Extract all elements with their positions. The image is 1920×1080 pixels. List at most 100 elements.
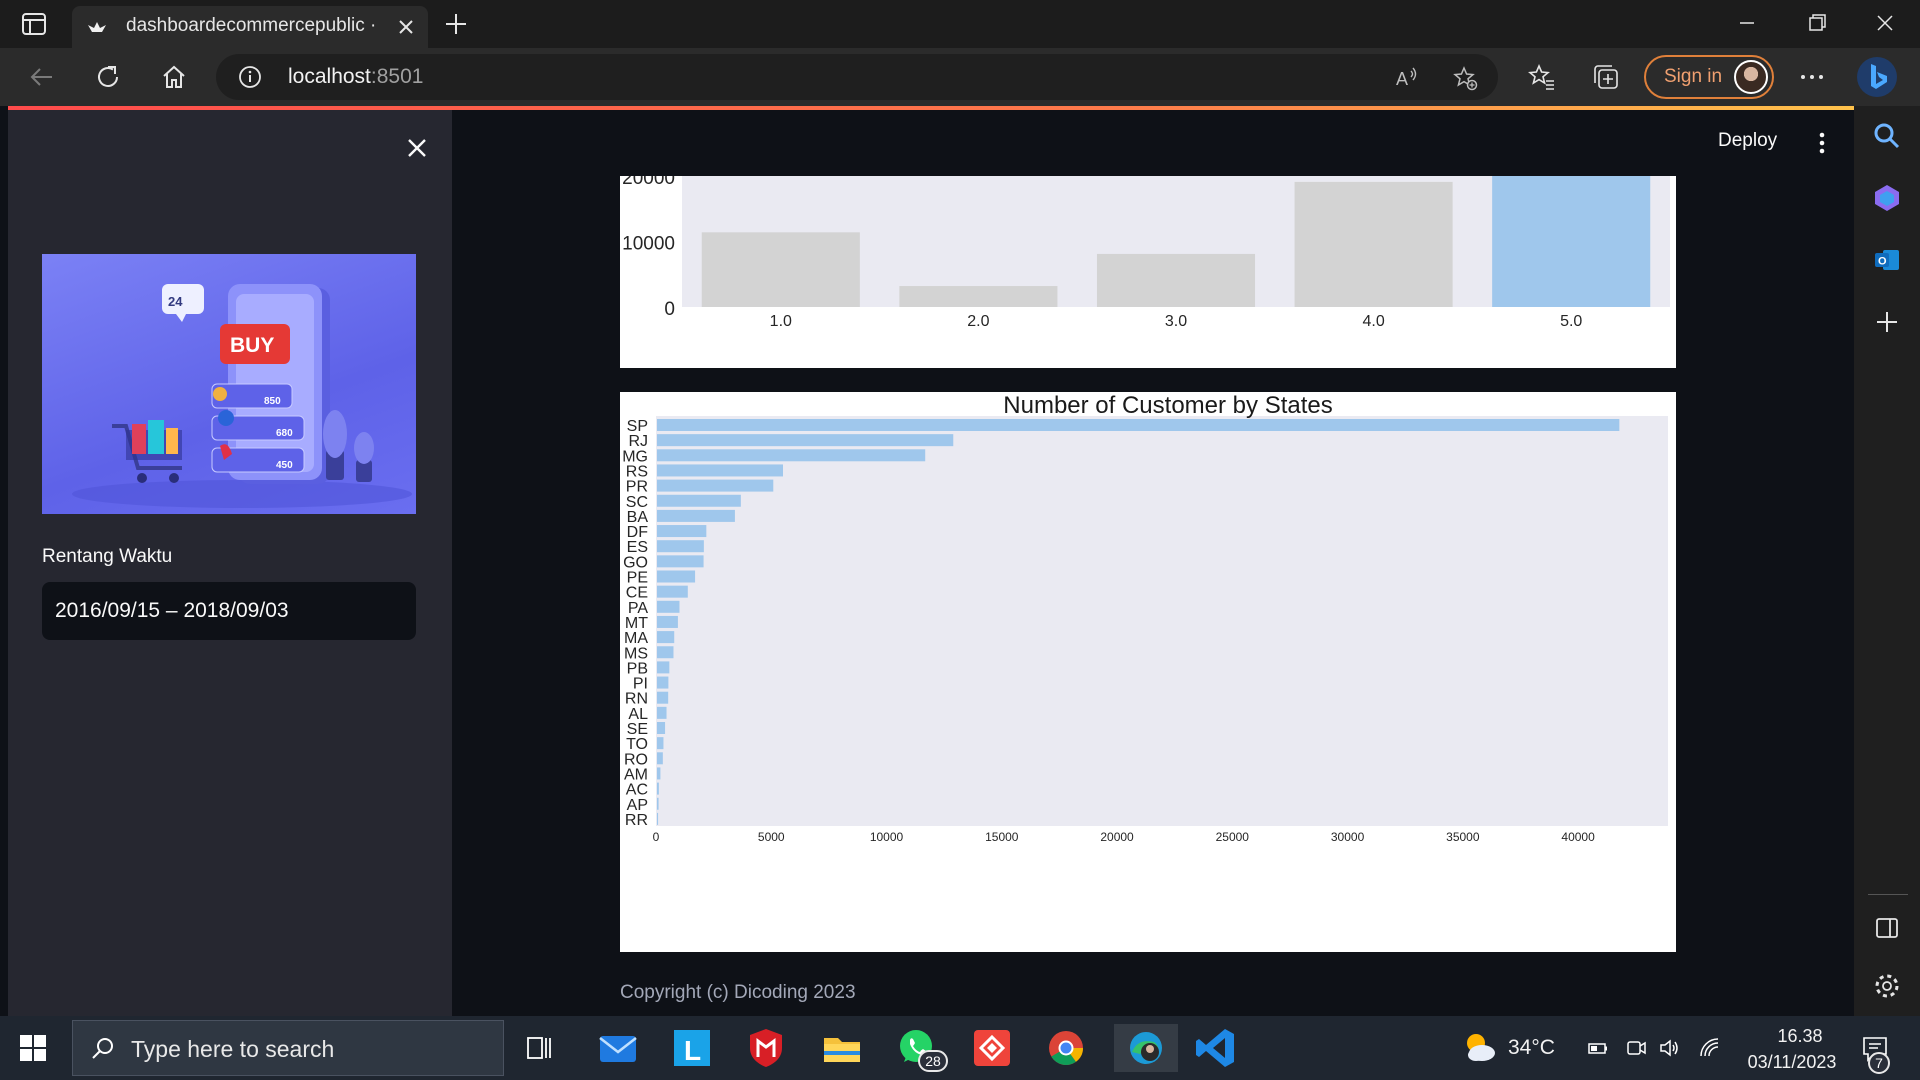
task-view-icon[interactable] bbox=[516, 1024, 564, 1072]
bar bbox=[657, 737, 664, 750]
bar bbox=[657, 585, 688, 598]
settings-gear-icon[interactable] bbox=[1871, 970, 1903, 1002]
sign-in-label: Sign in bbox=[1664, 66, 1723, 87]
app-sidebar: BUY 24 850 680 450 Rentang Waktu 2016/09… bbox=[8, 110, 452, 1016]
taskbar-search-placeholder: Type here to search bbox=[131, 1036, 335, 1062]
hide-sidebar-icon[interactable] bbox=[1871, 912, 1903, 944]
home-icon[interactable] bbox=[158, 61, 190, 93]
deploy-button[interactable]: Deploy bbox=[1718, 130, 1777, 152]
bar bbox=[657, 752, 663, 765]
date-range-input[interactable]: 2016/09/15 – 2018/09/03 bbox=[42, 582, 416, 640]
minimize-icon[interactable] bbox=[1734, 10, 1760, 36]
bar bbox=[657, 419, 1620, 431]
bar bbox=[657, 676, 669, 689]
edge-sidebar: O bbox=[1854, 106, 1920, 1016]
tab-close-icon[interactable] bbox=[394, 15, 418, 39]
meet-now-icon[interactable] bbox=[1624, 1036, 1648, 1060]
bar bbox=[657, 509, 735, 522]
price-label-1: 850 bbox=[264, 396, 281, 407]
svg-text:O: O bbox=[1878, 256, 1887, 268]
shopping-illustration: BUY 24 850 680 450 bbox=[72, 284, 412, 508]
x-tick-label: 4.0 bbox=[1362, 313, 1384, 330]
more-options-icon[interactable] bbox=[1796, 61, 1828, 93]
bar bbox=[657, 646, 674, 659]
file-explorer-icon[interactable] bbox=[818, 1024, 866, 1072]
clock-date[interactable]: 03/11/2023 bbox=[1734, 1052, 1850, 1073]
browser-tab[interactable]: dashboardecommercepublic · Streamlit bbox=[72, 6, 428, 48]
read-aloud-icon[interactable]: A bbox=[1394, 65, 1420, 91]
x-tick-label: 35000 bbox=[1446, 830, 1480, 844]
notification-count-badge: 7 bbox=[1868, 1052, 1890, 1074]
new-tab-icon[interactable] bbox=[442, 10, 470, 38]
x-tick-label: 5.0 bbox=[1560, 313, 1582, 330]
temperature-text: 34°C bbox=[1508, 1036, 1555, 1059]
bar bbox=[657, 797, 659, 810]
close-sidebar-icon[interactable] bbox=[403, 134, 431, 162]
collections-icon[interactable] bbox=[1590, 61, 1622, 93]
favorites-icon[interactable] bbox=[1526, 61, 1558, 93]
mail-app-icon[interactable] bbox=[594, 1024, 642, 1072]
bar bbox=[657, 691, 669, 704]
add-favorite-icon[interactable] bbox=[1452, 65, 1478, 91]
bing-chat-icon[interactable] bbox=[1852, 54, 1902, 100]
edge-browser-icon[interactable] bbox=[1114, 1024, 1178, 1072]
mcafee-icon[interactable] bbox=[742, 1024, 790, 1072]
bar bbox=[1492, 176, 1651, 307]
x-tick-label: 2.0 bbox=[967, 313, 989, 330]
anydesk-icon[interactable] bbox=[968, 1024, 1016, 1072]
restore-icon[interactable] bbox=[1804, 10, 1830, 36]
sign-in-button[interactable]: Sign in bbox=[1644, 55, 1774, 99]
battery-icon[interactable] bbox=[1586, 1036, 1610, 1060]
buy-tag-label: BUY bbox=[230, 334, 274, 357]
svg-text:A: A bbox=[1396, 69, 1408, 89]
bar bbox=[1294, 181, 1453, 307]
bar bbox=[657, 449, 926, 462]
back-icon[interactable] bbox=[26, 61, 58, 93]
url-text: localhost:8501 bbox=[288, 65, 424, 88]
x-tick-label: 0 bbox=[653, 830, 660, 844]
l-app-icon[interactable]: L bbox=[668, 1024, 716, 1072]
taskbar-search[interactable]: Type here to search bbox=[72, 1020, 504, 1076]
clock-time[interactable]: 16.38 bbox=[1760, 1026, 1840, 1047]
tab-actions-icon[interactable] bbox=[20, 12, 48, 36]
copyright-text: Copyright (c) Dicoding 2023 bbox=[620, 982, 856, 1003]
bar bbox=[657, 812, 659, 825]
refresh-icon[interactable] bbox=[92, 61, 124, 93]
bar bbox=[657, 615, 678, 628]
outlook-icon[interactable]: O bbox=[1871, 244, 1903, 276]
svg-text:L: L bbox=[684, 1035, 701, 1066]
windows-taskbar: Type here to search L 28 34°C 16.38 03/1… bbox=[0, 1016, 1920, 1080]
add-sidebar-app-icon[interactable] bbox=[1871, 306, 1903, 338]
close-window-icon[interactable] bbox=[1872, 10, 1898, 36]
vscode-icon[interactable] bbox=[1192, 1024, 1240, 1072]
x-tick-label: 1.0 bbox=[770, 313, 792, 330]
search-icon[interactable] bbox=[1871, 120, 1903, 152]
bar bbox=[657, 631, 675, 644]
rating-bar-chart-svg: 1.0 2.0 3.0 4.0 5.0 20000 10000 0 bbox=[622, 176, 1670, 330]
app-main: Deploy 1.0 2.0 3.0 4.0 5.0 20000 10000 0 Number… bbox=[452, 110, 1854, 1016]
browser-tab-bar: dashboardecommercepublic · Streamlit bbox=[0, 0, 1920, 48]
bar bbox=[657, 525, 707, 538]
copilot-icon[interactable] bbox=[1871, 182, 1903, 214]
date-range-label: Rentang Waktu bbox=[42, 546, 173, 567]
x-tick-label: 3.0 bbox=[1165, 313, 1187, 330]
bar bbox=[657, 494, 741, 507]
bar bbox=[657, 661, 670, 674]
y-tick-label: RR bbox=[625, 812, 648, 829]
x-tick-label: 30000 bbox=[1331, 830, 1365, 844]
site-info-icon[interactable] bbox=[238, 65, 262, 89]
chrome-icon[interactable] bbox=[1042, 1024, 1090, 1072]
address-bar[interactable]: localhost:8501 A bbox=[216, 54, 1498, 100]
wifi-icon[interactable] bbox=[1698, 1036, 1722, 1060]
hours-bubble-label: 24 bbox=[168, 294, 183, 309]
x-tick-label: 10000 bbox=[870, 830, 904, 844]
main-menu-icon[interactable] bbox=[1814, 130, 1830, 156]
volume-icon[interactable] bbox=[1658, 1036, 1682, 1060]
date-range-value: 2016/09/15 – 2018/09/03 bbox=[55, 599, 289, 622]
sidebar-divider bbox=[1868, 894, 1908, 895]
bar bbox=[657, 722, 666, 734]
weather-icon[interactable] bbox=[1460, 1028, 1500, 1068]
bar bbox=[701, 232, 860, 307]
windows-start-icon[interactable] bbox=[18, 1033, 48, 1063]
bar bbox=[657, 434, 954, 447]
